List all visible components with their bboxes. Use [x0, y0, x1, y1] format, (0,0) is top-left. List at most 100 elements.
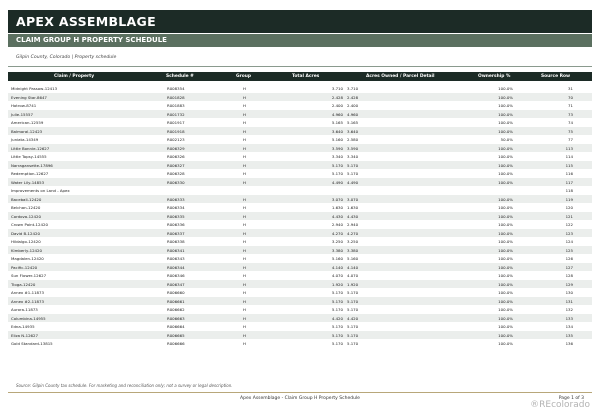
cell-claim: Hildalgo-12420: [11, 239, 41, 244]
cell-ownership: 50.0%: [500, 137, 513, 142]
report-header: APEX ASSEMBLAGE: [8, 10, 592, 33]
cell-schedule: R006347: [167, 281, 185, 287]
cell-group: H: [243, 307, 246, 312]
cell-source-row: 73: [568, 111, 573, 117]
cell-total-acres: 2.428: [331, 94, 343, 100]
cell-group: H: [243, 315, 246, 321]
report-title: APEX ASSEMBLAGE: [16, 14, 156, 29]
cell-total-acres: 5.160: [331, 137, 343, 142]
cell-schedule: R006335: [167, 213, 185, 219]
cell-claim: Annex #2-11873: [11, 298, 44, 304]
cell-source-row: 135: [565, 332, 573, 338]
cell-schedule: R006330: [167, 179, 185, 185]
cell-ownership: 100.0%: [498, 205, 513, 210]
cell-acres-owned: 5.170: [347, 307, 359, 312]
table-row: Redemption-12627 R006328 H 5.170 5.170 100.0%…: [8, 169, 592, 178]
cell-group: H: [243, 196, 246, 202]
table-row: Magdalen-12420 R006343 H 5.160 5.160 100.0% 12…: [8, 254, 592, 263]
cell-acres-owned: 4.430: [347, 213, 359, 219]
cell-schedule: R002123: [167, 137, 185, 142]
table-row: American-12559 R001917 H 5.165 5.165 100.0% 74: [8, 118, 592, 127]
cell-claim: Balmoral-12423: [11, 128, 43, 134]
cell-ownership: 100.0%: [498, 162, 513, 168]
cell-group: H: [243, 290, 246, 295]
cell-claim: Eliza N-12627: [11, 332, 38, 338]
table-row: Eliza N-12627 R006665 H 5.170 5.170 100.0% 135: [8, 330, 592, 339]
cell-schedule: R006338: [167, 239, 185, 244]
table-row: Hildalgo-12420 R006338 H 3.250 3.250 100.0% 12…: [8, 237, 592, 246]
cell-acres-owned: 3.250: [347, 239, 359, 244]
table-row: Aurora-11873 R006662 H 5.170 5.170 100.0% 132: [8, 305, 592, 314]
cell-total-acres: 3.250: [331, 239, 343, 244]
table-row: Annex #1-11873 R006660 H 5.170 5.170 100.0% 13…: [8, 288, 592, 297]
cell-ownership: 100.0%: [498, 128, 513, 134]
cell-ownership: 100.0%: [498, 307, 513, 312]
cell-schedule: R001828: [167, 94, 185, 100]
cell-source-row: 70: [568, 94, 573, 100]
cell-group: H: [243, 213, 246, 219]
cell-group: H: [243, 120, 246, 125]
table-row: Crown Point-12420 R006336 H 2.940 2.940 100.0…: [8, 220, 592, 229]
cell-group: H: [243, 179, 246, 185]
table-row: Baceball-12420 R006333 H 3.070 3.070 100.0% 11…: [8, 194, 592, 203]
cell-ownership: 100.0%: [498, 213, 513, 219]
cell-ownership: 100.0%: [498, 230, 513, 236]
cell-ownership: 100.0%: [498, 273, 513, 278]
cell-total-acres: 3.070: [331, 196, 343, 202]
cell-source-row: 116: [565, 171, 573, 176]
cell-schedule: R006341: [167, 247, 185, 253]
cell-total-acres: 5.170: [331, 290, 343, 295]
cell-total-acres: 3.710: [331, 86, 343, 91]
cell-schedule: R006661: [167, 298, 185, 304]
cell-claim: Gold Standard-13815: [11, 341, 53, 346]
cell-total-acres: 4.270: [331, 230, 343, 236]
cell-source-row: 136: [565, 341, 573, 346]
cell-acres-owned: 5.170: [347, 298, 359, 304]
cell-source-row: 124: [565, 239, 573, 244]
cell-source-row: 120: [565, 205, 573, 210]
table-header: Claim / Property Schedule # Group Total …: [8, 72, 592, 81]
cell-claim: Narragansette-17896: [11, 162, 53, 168]
cell-total-acres: 3.590: [331, 145, 343, 151]
table-row: Kimberly-12420 R006341 H 3.380 3.380 100.0% 12…: [8, 245, 592, 254]
table-row: David B-12420 R006337 H 4.270 4.270 100.0% 123: [8, 228, 592, 237]
cell-group: H: [243, 273, 246, 278]
cell-claim: Edna-14935: [11, 324, 35, 329]
cell-ownership: 100.0%: [498, 86, 513, 91]
cell-source-row: 123: [565, 230, 573, 236]
cell-group: H: [243, 230, 246, 236]
cell-acres-owned: 4.420: [347, 315, 359, 321]
table-row: Cordova-12420 R006335 H 4.430 4.430 100.0% 121: [8, 211, 592, 220]
cell-schedule: R008354: [167, 86, 185, 91]
cell-total-acres: 2.400: [331, 103, 343, 108]
cell-claim: Juniata-14349: [11, 137, 39, 142]
cell-claim: American-12559: [11, 120, 44, 125]
cell-schedule: R006337: [167, 230, 185, 236]
cell-schedule: R001883: [167, 103, 185, 108]
table-row: Hotrow-8741 R001883 H 2.400 2.400 100.0% 71: [8, 101, 592, 110]
cell-ownership: 100.0%: [498, 120, 513, 125]
source-note: Source: Gilpin County tax schedule. For …: [16, 383, 233, 388]
cell-total-acres: 5.170: [331, 324, 343, 329]
cell-claim: Cordova-12420: [11, 213, 41, 219]
table-row: Columbina-14955 R006663 H 4.420 4.420 100.0% 1…: [8, 313, 592, 322]
cell-ownership: 100.0%: [498, 290, 513, 295]
cell-total-acres: 3.380: [331, 247, 343, 253]
table-row: Belchan-12420 R006334 H 1.630 1.630 100.0% 120: [8, 203, 592, 212]
cell-group: H: [243, 111, 246, 117]
cell-total-acres: 4.490: [331, 179, 343, 185]
cell-total-acres: 3.640: [331, 128, 343, 134]
cell-acres-owned: 5.170: [347, 341, 359, 346]
cell-schedule: R001918: [167, 128, 185, 134]
cell-ownership: 100.0%: [498, 239, 513, 244]
cell-acres-owned: 3.340: [347, 154, 359, 159]
cell-source-row: 75: [568, 128, 573, 134]
cell-schedule: R006666: [167, 341, 185, 346]
cell-schedule: R006346: [167, 273, 185, 278]
cell-acres-owned: 3.380: [347, 247, 359, 253]
recolorado-watermark: ®REcolorado: [530, 400, 590, 410]
cell-total-acres: 5.170: [331, 162, 343, 168]
cell-total-acres: 5.160: [331, 256, 343, 261]
cell-group: H: [243, 281, 246, 287]
cell-ownership: 100.0%: [498, 94, 513, 100]
